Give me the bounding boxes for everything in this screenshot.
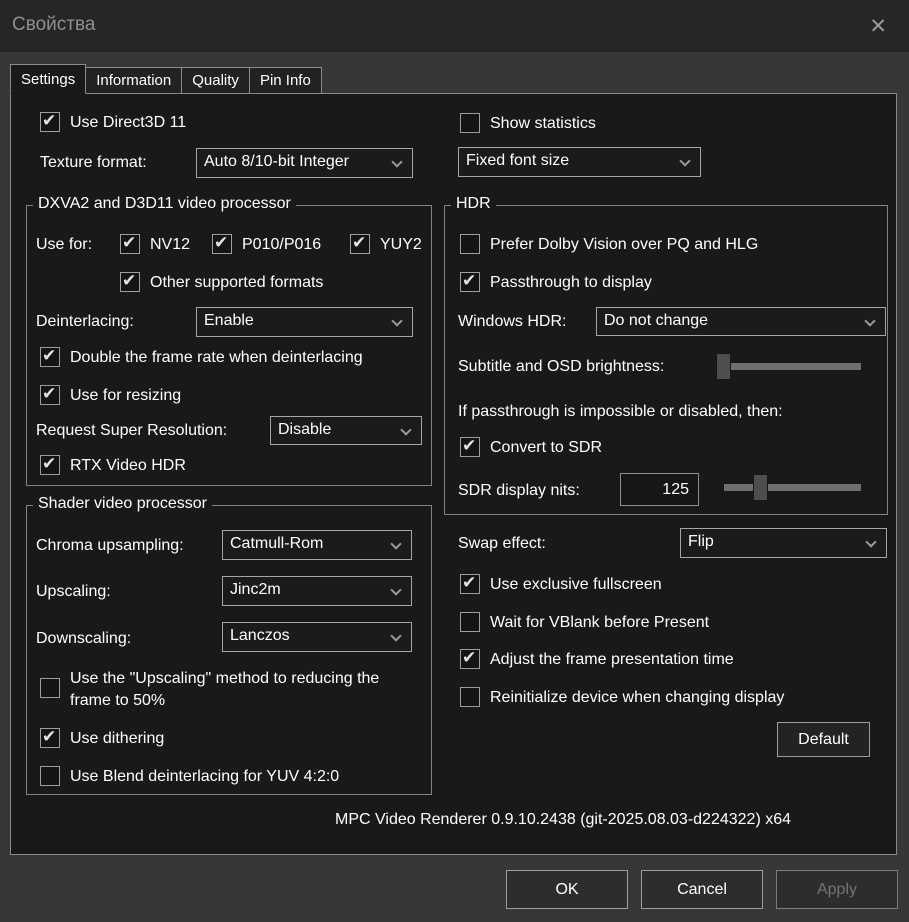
checkbox-box[interactable] — [40, 384, 60, 405]
checkbox-box[interactable] — [460, 573, 480, 594]
slider-thumb[interactable] — [716, 353, 731, 380]
slider-track[interactable] — [723, 483, 862, 492]
dxva-group-title: DXVA2 and D3D11 video processor — [33, 195, 296, 213]
chevron-down-icon — [679, 155, 691, 167]
slider-thumb[interactable] — [753, 474, 768, 501]
sdr-nits-input[interactable]: 125 — [620, 473, 699, 506]
swap-effect-label: Swap effect: — [458, 535, 546, 552]
blend-deinterlacing-checkbox[interactable]: Use Blend deinterlacing for YUV 4:2:0 — [40, 766, 339, 787]
tab-quality[interactable]: Quality — [181, 67, 250, 94]
windows-hdr-dropdown[interactable]: Do not change — [596, 307, 886, 336]
other-formats-checkbox[interactable]: Other supported formats — [120, 271, 323, 293]
checkbox-box[interactable] — [40, 766, 60, 786]
upscaling-dropdown[interactable]: Jinc2m — [222, 576, 412, 606]
tab-pin-info[interactable]: Pin Info — [248, 67, 322, 94]
downscaling-dropdown[interactable]: Lanczos — [222, 622, 412, 652]
prefer-dolby-vision-checkbox[interactable]: Prefer Dolby Vision over PQ and HLG — [460, 234, 758, 255]
nv12-checkbox[interactable]: NV12 — [120, 233, 190, 255]
chroma-upsampling-label: Chroma upsampling: — [36, 537, 184, 554]
yuy2-checkbox[interactable]: YUY2 — [350, 233, 422, 255]
checkbox-box[interactable] — [460, 113, 480, 133]
use-direct3d11-checkbox[interactable]: Use Direct3D 11 — [40, 111, 186, 133]
use-for-label: Use for: — [36, 236, 93, 253]
checkbox-box[interactable] — [350, 233, 370, 254]
deinterlacing-label: Deinterlacing: — [36, 313, 134, 330]
checkbox-box[interactable] — [212, 233, 232, 254]
checkbox-box[interactable] — [40, 727, 60, 748]
wait-vblank-checkbox[interactable]: Wait for VBlank before Present — [460, 612, 709, 633]
osd-brightness-slider[interactable] — [716, 350, 862, 382]
swap-effect-dropdown[interactable]: Flip — [680, 528, 887, 558]
checkbox-box[interactable] — [40, 454, 60, 475]
double-frame-rate-checkbox[interactable]: Double the frame rate when deinterlacing — [40, 346, 363, 368]
titlebar: Свойства ✕ — [0, 0, 909, 52]
exclusive-fullscreen-checkbox[interactable]: Use exclusive fullscreen — [460, 573, 662, 595]
properties-dialog: Свойства ✕ Settings Information Quality … — [0, 0, 909, 922]
use-for-resizing-checkbox[interactable]: Use for resizing — [40, 384, 181, 406]
checkbox-box[interactable] — [460, 271, 480, 292]
fallback-note: If passthrough is impossible or disabled… — [458, 403, 783, 420]
chevron-down-icon — [391, 156, 403, 168]
checkbox-box[interactable] — [40, 346, 60, 367]
hdr-group-title: HDR — [451, 195, 496, 213]
checkbox-box[interactable] — [460, 648, 480, 669]
reinit-device-checkbox[interactable]: Reinitialize device when changing displa… — [460, 687, 784, 708]
tab-information[interactable]: Information — [85, 67, 183, 94]
checkbox-box[interactable] — [120, 233, 140, 254]
super-resolution-label: Request Super Resolution: — [36, 422, 228, 439]
version-text: MPC Video Renderer 0.9.10.2438 (git-2025… — [335, 811, 792, 828]
chevron-down-icon — [865, 536, 877, 548]
checkbox-box[interactable] — [460, 436, 480, 457]
slider-track[interactable] — [723, 362, 862, 371]
hdr-group: HDR Prefer Dolby Vision over PQ and HLG … — [444, 195, 888, 515]
super-resolution-dropdown[interactable]: Disable — [270, 416, 422, 445]
upscaling-method-50-checkbox[interactable]: Use the "Upscaling" method to reducing t… — [40, 668, 380, 712]
sdr-nits-slider[interactable] — [716, 471, 862, 503]
checkbox-box[interactable] — [460, 234, 480, 254]
chevron-down-icon — [391, 315, 403, 327]
osd-brightness-label: Subtitle and OSD brightness: — [458, 358, 665, 375]
rtx-video-hdr-checkbox[interactable]: RTX Video HDR — [40, 454, 186, 476]
chevron-down-icon — [400, 424, 412, 436]
checkbox-box[interactable] — [40, 111, 60, 132]
downscaling-label: Downscaling: — [36, 630, 132, 647]
default-button[interactable]: Default — [777, 722, 870, 757]
ok-button[interactable]: OK — [506, 870, 628, 909]
passthrough-checkbox[interactable]: Passthrough to display — [460, 271, 652, 293]
window-title: Свойства — [12, 14, 96, 35]
chroma-upsampling-dropdown[interactable]: Catmull-Rom — [222, 530, 412, 560]
statistics-font-dropdown[interactable]: Fixed font size — [458, 147, 701, 177]
show-statistics-checkbox[interactable]: Show statistics — [460, 113, 596, 134]
shader-group: Shader video processor Chroma upsampling… — [26, 495, 432, 795]
chevron-down-icon — [390, 584, 402, 596]
tab-bar: Settings Information Quality Pin Info — [10, 64, 322, 94]
close-icon[interactable]: ✕ — [863, 12, 893, 41]
adjust-frame-time-checkbox[interactable]: Adjust the frame presentation time — [460, 648, 734, 670]
deinterlacing-dropdown[interactable]: Enable — [196, 307, 413, 337]
chevron-down-icon — [864, 315, 876, 327]
windows-hdr-label: Windows HDR: — [458, 313, 567, 330]
tab-settings[interactable]: Settings — [10, 64, 87, 94]
texture-format-dropdown[interactable]: Auto 8/10-bit Integer — [196, 148, 413, 178]
checkbox-box[interactable] — [460, 612, 480, 632]
cancel-button[interactable]: Cancel — [641, 870, 763, 909]
sdr-nits-label: SDR display nits: — [458, 482, 580, 499]
checkbox-box[interactable] — [40, 678, 60, 698]
dxva-group: DXVA2 and D3D11 video processor Use for:… — [26, 195, 432, 486]
p010-checkbox[interactable]: P010/P016 — [212, 233, 321, 255]
apply-button[interactable]: Apply — [776, 870, 898, 909]
use-dithering-checkbox[interactable]: Use dithering — [40, 727, 164, 749]
chevron-down-icon — [390, 538, 402, 550]
shader-group-title: Shader video processor — [33, 495, 212, 513]
upscaling-label: Upscaling: — [36, 583, 111, 600]
checkbox-box[interactable] — [460, 687, 480, 707]
settings-panel: Use Direct3D 11 Texture format: Auto 8/1… — [10, 93, 897, 855]
checkbox-box[interactable] — [120, 271, 140, 292]
texture-format-label: Texture format: — [40, 154, 147, 171]
convert-to-sdr-checkbox[interactable]: Convert to SDR — [460, 436, 602, 458]
chevron-down-icon — [390, 630, 402, 642]
